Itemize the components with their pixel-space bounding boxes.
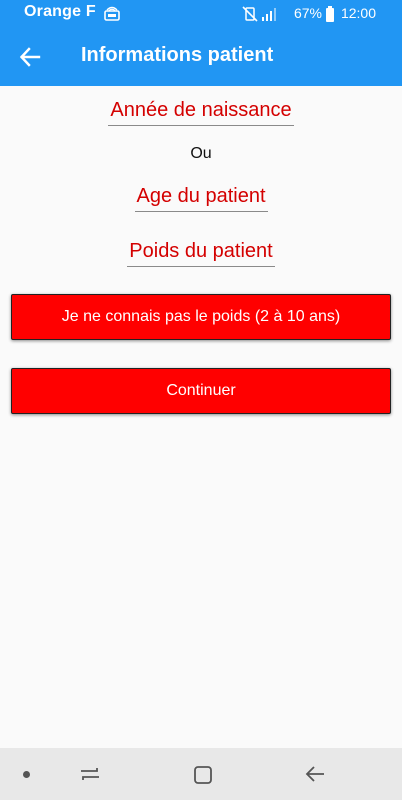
birth-year-field-wrapper: Année de naissance <box>0 99 402 126</box>
system-nav-bar <box>0 748 402 800</box>
arrow-left-icon <box>19 47 41 67</box>
age-field-wrapper: Age du patient <box>0 185 402 212</box>
unknown-weight-button[interactable]: Je ne connais pas le poids (2 à 10 ans) <box>11 294 391 340</box>
weight-field[interactable]: Poids du patient <box>127 240 275 267</box>
back-button[interactable] <box>18 44 44 70</box>
weight-field-wrapper: Poids du patient <box>0 240 402 267</box>
signal-icon <box>261 6 277 27</box>
carrier-name: Orange F <box>24 3 96 20</box>
battery-percent: 67% <box>293 5 322 21</box>
clock: 12:00 <box>340 5 376 21</box>
status-bar: Orange F 67% 12:00 <box>0 0 402 28</box>
vibrate-mute-icon <box>242 6 258 27</box>
nav-dot-icon[interactable] <box>23 771 30 778</box>
continue-button[interactable]: Continuer <box>11 368 391 414</box>
or-label: Ou <box>190 145 212 162</box>
age-field[interactable]: Age du patient <box>134 185 268 212</box>
app-bar: Informations patient <box>0 28 402 86</box>
birth-year-field[interactable]: Année de naissance <box>108 99 294 126</box>
battery-icon <box>325 6 335 27</box>
nav-back-icon[interactable] <box>304 764 326 789</box>
page-title: Informations patient <box>81 44 274 66</box>
home-icon[interactable] <box>193 765 213 790</box>
sim-icon <box>103 4 121 27</box>
recents-icon[interactable] <box>79 764 101 789</box>
